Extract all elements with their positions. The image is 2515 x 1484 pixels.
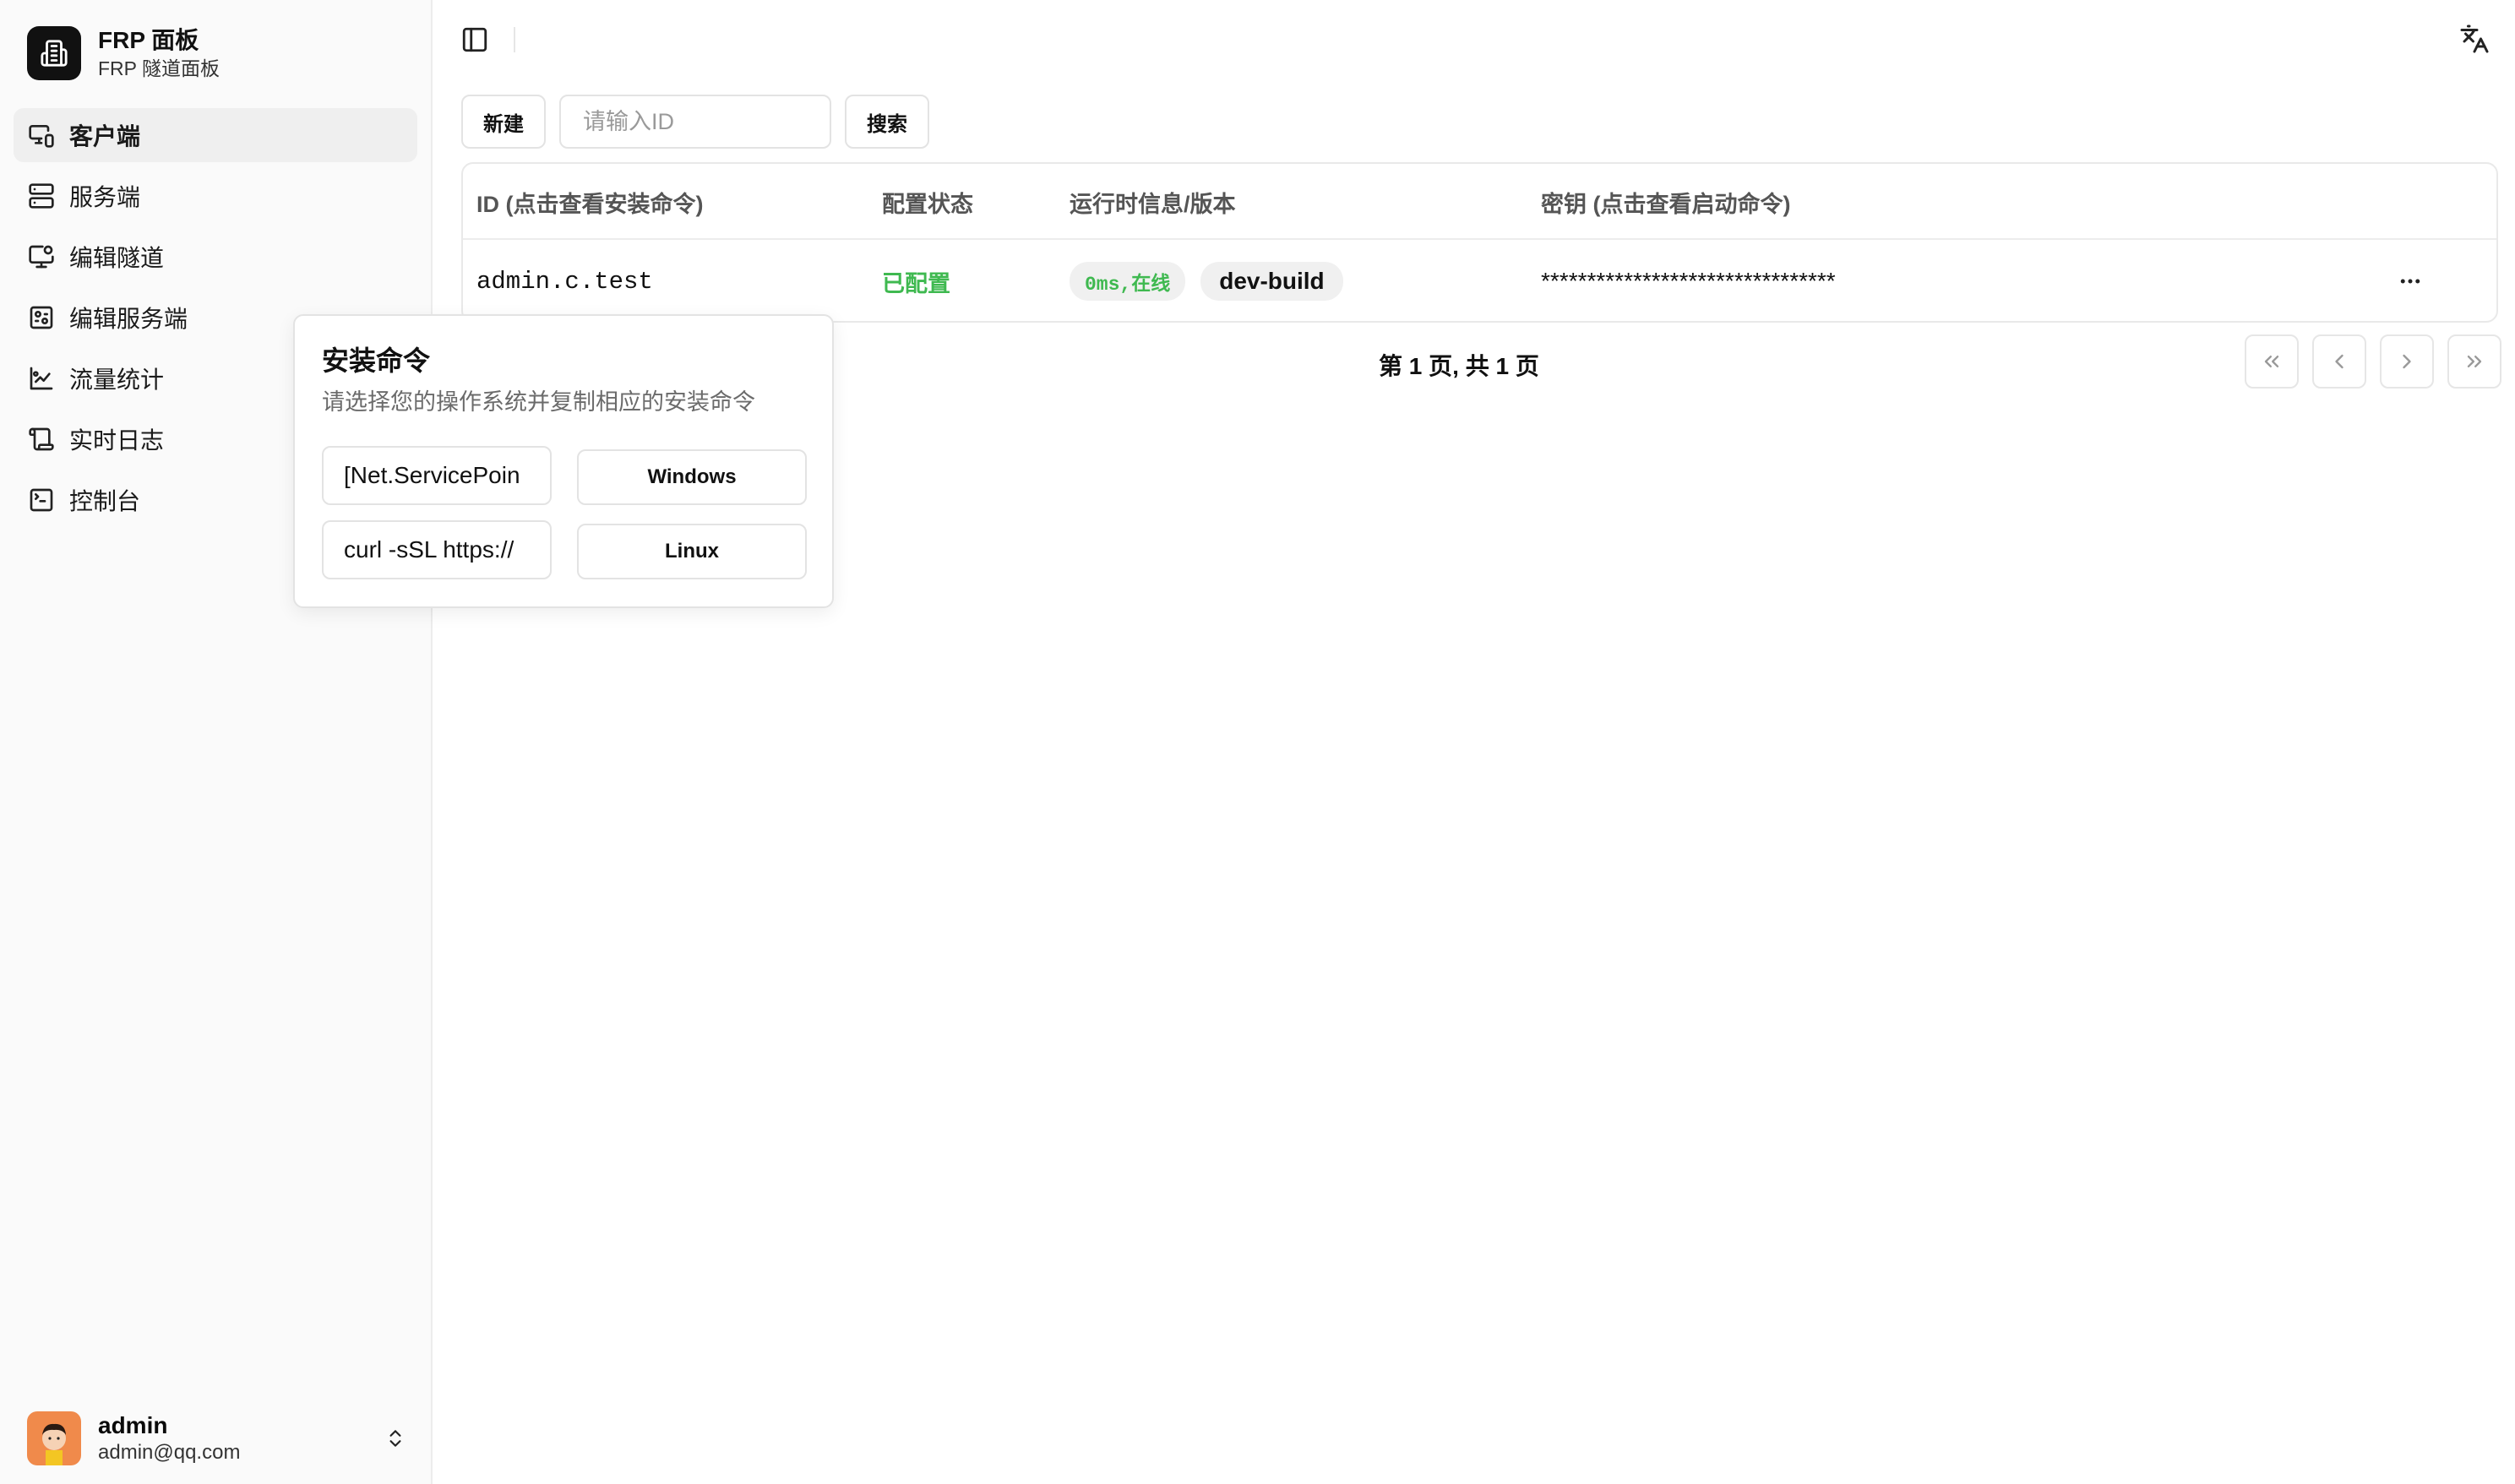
- windows-command-input[interactable]: [322, 446, 552, 505]
- topbar: [434, 0, 2515, 81]
- brand-subtitle: FRP 隧道面板: [98, 57, 220, 79]
- user-email: admin@qq.com: [98, 1441, 241, 1464]
- linux-command-input[interactable]: [322, 520, 552, 579]
- column-header-id: ID (点击查看安装命令): [476, 192, 704, 217]
- chevron-right-icon: [2403, 354, 2411, 369]
- sidebar-item-servers[interactable]: 服务端: [14, 169, 417, 223]
- install-command-popover: 安装命令 请选择您的操作系统并复制相应的安装命令 Windows Linux: [293, 314, 834, 608]
- new-button[interactable]: 新建: [461, 95, 546, 149]
- sidebar-item-label: 编辑服务端: [69, 306, 188, 332]
- chevron-left-icon: [2335, 354, 2344, 369]
- sidebar-item-label: 客户端: [69, 123, 141, 149]
- search-input[interactable]: [559, 95, 831, 149]
- sidebar-item-label: 控制台: [69, 488, 141, 514]
- client-id-cell[interactable]: admin.c.test: [476, 240, 653, 323]
- windows-copy-button[interactable]: Windows: [577, 449, 807, 505]
- terminal-icon: [27, 486, 56, 514]
- tunnel-edit-icon: [27, 242, 56, 271]
- popover-description: 请选择您的操作系统并复制相应的安装命令: [322, 389, 755, 415]
- brand-logo-icon: [27, 26, 81, 80]
- runtime-cell: 0ms,在线 dev-build: [1070, 240, 1343, 323]
- sidebar-item-label: 编辑隧道: [69, 245, 165, 271]
- main-content: 新建 搜索 ID (点击查看安装命令) 配置状态 运行时信息/版本 密钥 (点击…: [434, 0, 2515, 1484]
- linux-copy-button[interactable]: Linux: [577, 524, 807, 579]
- scroll-icon: [27, 425, 56, 454]
- translate-icon[interactable]: [2459, 24, 2493, 57]
- brand-title: FRP 面板: [98, 27, 199, 53]
- last-page-button[interactable]: [2447, 334, 2501, 389]
- table-header: ID (点击查看安装命令) 配置状态 运行时信息/版本 密钥 (点击查看启动命令…: [463, 164, 2496, 240]
- column-header-status: 配置状态: [882, 192, 973, 217]
- panel-toggle-icon[interactable]: [460, 25, 493, 56]
- more-actions-icon[interactable]: [2395, 269, 2429, 294]
- brand[interactable]: FRP 面板 FRP 隧道面板: [27, 25, 220, 81]
- pagination: [2231, 334, 2501, 389]
- chart-icon: [27, 364, 56, 393]
- monitor-icon: [27, 121, 56, 149]
- server-icon: [27, 182, 56, 210]
- secret-cell[interactable]: ********************************: [1541, 240, 1836, 323]
- chevrons-left-icon: [2264, 356, 2279, 367]
- status-cell: 已配置: [882, 270, 950, 296]
- column-header-runtime: 运行时信息/版本: [1070, 192, 1236, 217]
- column-header-secret: 密钥 (点击查看启动命令): [1541, 192, 1791, 217]
- toolbar: 新建 搜索: [461, 95, 929, 149]
- sidebar-item-label: 实时日志: [69, 427, 165, 454]
- user-menu[interactable]: admin admin@qq.com: [27, 1411, 411, 1466]
- sidebar-item-edit-tunnel[interactable]: 编辑隧道: [14, 230, 417, 284]
- server-edit-icon: [27, 303, 56, 332]
- popover-title: 安装命令: [322, 345, 431, 376]
- sidebar-item-label: 流量统计: [69, 367, 165, 393]
- online-status-badge: 0ms,在线: [1070, 262, 1186, 301]
- version-badge: dev-build: [1200, 262, 1343, 301]
- topbar-divider: [514, 27, 515, 52]
- next-page-button[interactable]: [2380, 334, 2434, 389]
- sidebar: FRP 面板 FRP 隧道面板 客户端 服务端 编辑隧道 编辑服务端 流量统计 …: [0, 0, 433, 1484]
- avatar: [27, 1411, 81, 1465]
- user-name: admin: [98, 1412, 168, 1438]
- pagination-status: 第 1 页, 共 1 页: [1379, 353, 1539, 379]
- prev-page-button[interactable]: [2312, 334, 2366, 389]
- first-page-button[interactable]: [2245, 334, 2299, 389]
- table-row: admin.c.test 已配置 0ms,在线 dev-build ******…: [463, 240, 2496, 323]
- sidebar-item-label: 服务端: [69, 184, 141, 210]
- search-button[interactable]: 搜索: [845, 95, 929, 149]
- clients-table: ID (点击查看安装命令) 配置状态 运行时信息/版本 密钥 (点击查看启动命令…: [461, 162, 2498, 323]
- chevrons-right-icon: [2467, 356, 2482, 367]
- sidebar-item-clients[interactable]: 客户端: [14, 108, 417, 162]
- chevrons-up-down-icon: [380, 1421, 411, 1455]
